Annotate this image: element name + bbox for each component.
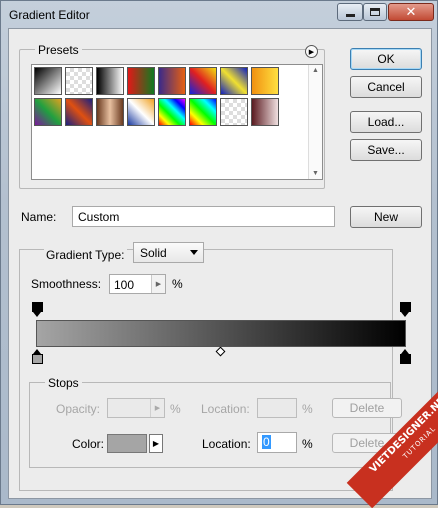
color-stop-right[interactable]	[400, 349, 411, 364]
gradient-type-select[interactable]: Solid	[133, 242, 204, 263]
opacity-input: ▶	[107, 398, 165, 418]
color-location-value: 0	[262, 435, 271, 449]
ok-button[interactable]: OK	[350, 48, 422, 70]
gradient-type-value: Solid	[140, 246, 167, 260]
smoothness-value: 100	[114, 278, 135, 292]
color-stop-left[interactable]	[32, 349, 43, 364]
presets-swatch-list[interactable]: ▲ ▼	[31, 64, 323, 180]
opacity-stop-right[interactable]	[400, 302, 411, 317]
maximize-icon	[370, 8, 380, 16]
presets-menu-icon[interactable]: ▶	[305, 45, 318, 58]
preset-swatch[interactable]	[127, 98, 155, 126]
preset-swatch[interactable]	[96, 67, 124, 95]
color-swatch[interactable]	[107, 434, 147, 453]
color-options-arrow-icon[interactable]: ▶	[149, 434, 163, 453]
preset-swatch[interactable]	[34, 67, 62, 95]
opacity-arrow-icon: ▶	[150, 399, 164, 417]
name-label: Name:	[21, 210, 57, 224]
opacity-location-unit: %	[302, 402, 313, 416]
smoothness-input[interactable]: 100 ▶	[109, 274, 166, 294]
preset-swatch[interactable]	[65, 98, 93, 126]
preset-swatch[interactable]	[220, 67, 248, 95]
minimize-icon	[345, 13, 355, 17]
dialog-body: Presets ▶ ▲ ▼ OK Cancel Load... Save... …	[8, 28, 432, 499]
presets-scrollbar[interactable]: ▲ ▼	[308, 65, 322, 179]
load-button[interactable]: Load...	[350, 111, 422, 133]
gradient-editor-window: Gradient Editor ✕ Presets ▶ ▲ ▼ OK Cance…	[0, 0, 438, 508]
color-location-unit: %	[302, 437, 313, 451]
save-button[interactable]: Save...	[350, 139, 422, 161]
title-bar[interactable]: Gradient Editor ✕	[1, 1, 437, 27]
gradient-type-label: Gradient Type:	[44, 248, 127, 262]
preset-swatch[interactable]	[65, 67, 93, 95]
color-label: Color:	[72, 437, 105, 451]
cancel-button[interactable]: Cancel	[350, 76, 422, 98]
maximize-button[interactable]	[363, 3, 387, 21]
close-icon: ✕	[405, 4, 417, 20]
stops-group	[29, 382, 391, 468]
opacity-stop-left[interactable]	[32, 302, 43, 317]
preset-swatch[interactable]	[189, 67, 217, 95]
opacity-unit: %	[170, 402, 181, 416]
preset-swatch[interactable]	[34, 98, 62, 126]
opacity-location-label: Location:	[201, 402, 250, 416]
preset-swatch[interactable]	[96, 98, 124, 126]
preset-swatch[interactable]	[158, 98, 186, 126]
minimize-button[interactable]	[337, 3, 363, 21]
preset-swatch[interactable]	[220, 98, 248, 126]
preset-swatch[interactable]	[158, 67, 186, 95]
delete-opacity-stop-button: Delete	[332, 398, 402, 418]
color-location-label: Location:	[202, 437, 251, 451]
color-location-input[interactable]: 0	[257, 432, 297, 453]
preset-swatch[interactable]	[251, 98, 279, 126]
opacity-label: Opacity:	[56, 402, 101, 416]
smoothness-arrow-icon[interactable]: ▶	[151, 275, 165, 293]
scroll-up-icon[interactable]: ▲	[312, 67, 319, 74]
preset-swatch[interactable]	[127, 67, 155, 95]
opacity-location-input	[257, 398, 297, 418]
gradient-preview-bar[interactable]	[36, 320, 406, 347]
preset-swatch[interactable]	[189, 98, 217, 126]
new-button[interactable]: New	[350, 206, 422, 228]
chevron-down-icon	[190, 250, 198, 255]
name-input[interactable]: Custom	[72, 206, 335, 227]
stops-label: Stops	[45, 376, 82, 390]
preset-swatch[interactable]	[251, 67, 279, 95]
close-button[interactable]: ✕	[388, 3, 434, 21]
scroll-down-icon[interactable]: ▼	[312, 170, 319, 177]
presets-label: Presets	[35, 43, 82, 57]
window-title: Gradient Editor	[9, 8, 90, 22]
smoothness-unit: %	[172, 277, 183, 291]
smoothness-label: Smoothness:	[31, 277, 102, 291]
